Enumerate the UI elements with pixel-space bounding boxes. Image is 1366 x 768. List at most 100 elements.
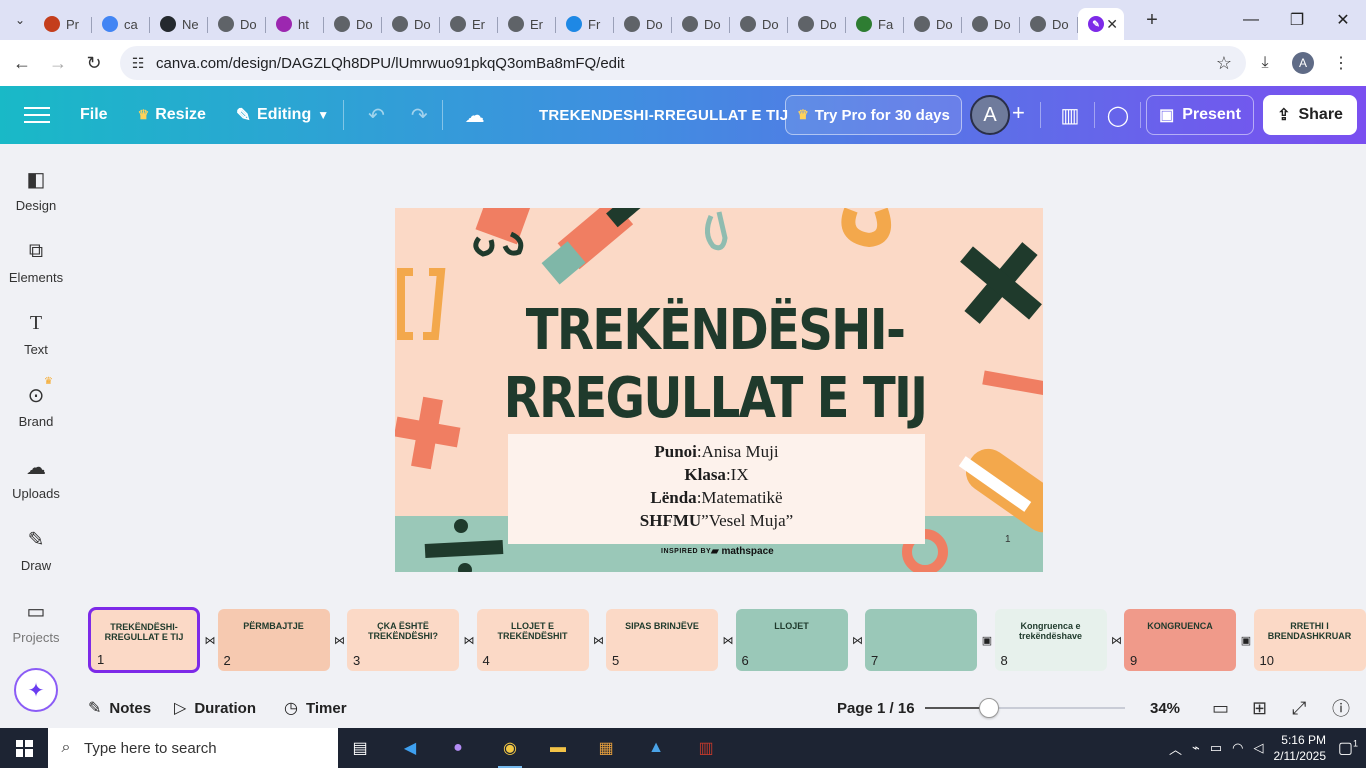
browser-tab[interactable]: Do <box>324 8 382 40</box>
zoom-slider-handle[interactable] <box>979 698 999 718</box>
browser-tab[interactable]: Do <box>788 8 846 40</box>
browser-tab[interactable]: Er <box>440 8 498 40</box>
zoom-level[interactable]: 34% <box>1150 700 1180 717</box>
sidebar-item-draw[interactable]: ✎ Draw <box>0 526 72 574</box>
sidebar-item-design[interactable]: ◧ Design <box>0 166 72 214</box>
slide-title-line2[interactable]: RREGULLAT E TIJ <box>491 366 938 431</box>
browser-tab[interactable]: Do <box>208 8 266 40</box>
browser-tab[interactable]: Pr <box>34 8 92 40</box>
sidebar-item-elements[interactable]: ⧉ Elements <box>0 238 72 286</box>
forward-button[interactable]: → <box>40 45 76 81</box>
minimize-button[interactable]: — <box>1228 0 1274 40</box>
transition-icon[interactable]: ⋈ <box>590 631 608 649</box>
sidebar-item-projects[interactable]: ▭ Projects <box>0 598 72 646</box>
slide-title-line1[interactable]: TREKËNDËSHI- <box>491 298 938 363</box>
transition-icon[interactable]: ⋈ <box>719 631 737 649</box>
site-info-icon[interactable]: ☷ <box>120 55 156 72</box>
sidebar-item-brand[interactable]: ♛ ⊙ Brand <box>0 376 72 429</box>
browser-tab[interactable]: ca <box>92 8 150 40</box>
page-thumbnail[interactable]: LLOJET 6 <box>735 609 848 671</box>
vscode-icon[interactable]: ◀ <box>390 732 430 764</box>
tray-overflow-icon[interactable]: ︿ <box>1169 739 1182 758</box>
add-collaborator-icon[interactable]: + <box>1012 100 1025 126</box>
clock[interactable]: 5:16 PM 2/11/2025 <box>1274 732 1327 764</box>
redo-icon[interactable]: ↷ <box>411 103 428 128</box>
browser-tab[interactable]: Fr <box>556 8 614 40</box>
page-thumbnail[interactable]: RRETHI I BRENDASHKRUAR 10 <box>1253 609 1366 671</box>
transition-icon[interactable]: ▣ <box>1237 631 1255 649</box>
browser-tab[interactable]: Do <box>1020 8 1078 40</box>
browser-tab[interactable]: Do <box>904 8 962 40</box>
new-tab-button[interactable]: + <box>1138 6 1166 34</box>
browser-menu-icon[interactable]: ⋮ <box>1326 48 1356 78</box>
browser-tab[interactable]: ht <box>266 8 324 40</box>
present-button[interactable]: ▣ Present <box>1146 95 1254 135</box>
author-info-box[interactable]: Punoi:Anisa Muji Klasa:IX Lënda:Matemati… <box>508 434 925 544</box>
zoom-slider[interactable] <box>925 698 1125 718</box>
page-thumbnail[interactable]: Kongruenca e trekëndëshave 8 <box>994 609 1107 671</box>
grid-view-icon[interactable]: ⊞ <box>1252 698 1267 719</box>
editing-mode-button[interactable]: ✎ Editing ▼ <box>236 105 329 126</box>
help-icon[interactable]: ⓘ <box>1332 695 1350 721</box>
main-menu-icon[interactable] <box>24 107 50 123</box>
notifications-icon[interactable]: ▢1 <box>1338 738 1358 758</box>
photos-icon[interactable]: ▲ <box>636 732 676 764</box>
page-thumbnail[interactable]: ÇKA ËSHTË TREKËNDËSHI? 3 <box>347 609 459 671</box>
transition-icon[interactable]: ▣ <box>978 631 996 649</box>
page-thumbnail[interactable]: TREKËNDËSHI-RREGULLAT E TIJ 1 <box>88 607 200 673</box>
browser-tab[interactable]: Ne <box>150 8 208 40</box>
file-menu-button[interactable]: File <box>80 106 108 124</box>
profile-button[interactable]: A <box>1288 48 1318 78</box>
page-indicator[interactable]: Page 1 / 16 <box>837 700 915 717</box>
insights-chart-icon[interactable]: ▥ <box>1052 98 1088 132</box>
duration-button[interactable]: ▷ Duration <box>174 698 256 718</box>
page-thumbnail[interactable]: 7 <box>865 609 977 671</box>
tab-canva-active[interactable]: ✎ ✕ <box>1078 8 1124 40</box>
battery-icon[interactable]: ▭ <box>1210 740 1222 756</box>
browser-tab[interactable]: Do <box>962 8 1020 40</box>
transition-icon[interactable]: ⋈ <box>460 631 478 649</box>
tab-search-chevron-icon[interactable]: ⌄ <box>6 6 34 34</box>
url-text[interactable]: canva.com/design/DAGZLQh8DPU/lUmrwuo91pk… <box>156 55 625 72</box>
volume-icon[interactable]: ◁ <box>1254 740 1264 756</box>
magic-assistant-button[interactable]: ✦ <box>14 668 58 712</box>
file-explorer-icon[interactable]: ▬ <box>538 732 578 764</box>
pages-view-icon[interactable]: ▭ <box>1212 698 1229 719</box>
browser-tab[interactable]: Do <box>382 8 440 40</box>
notes-button[interactable]: ✎ Notes <box>88 698 151 718</box>
chrome-icon[interactable]: ◉ <box>490 732 530 768</box>
user-avatar[interactable]: A <box>970 95 1010 135</box>
resize-button[interactable]: ♛ Resize <box>138 106 206 124</box>
browser-tab[interactable]: Er <box>498 8 556 40</box>
browser-tab[interactable]: Do <box>672 8 730 40</box>
network-off-icon[interactable]: ⌁ <box>1192 740 1200 756</box>
try-pro-button[interactable]: ♛ Try Pro for 30 days <box>785 95 962 135</box>
reload-button[interactable]: ↻ <box>76 45 112 81</box>
close-tab-icon[interactable]: ✕ <box>1106 16 1118 33</box>
sidebar-item-text[interactable]: T Text <box>0 310 72 358</box>
wifi-icon[interactable]: ◠ <box>1232 740 1243 756</box>
transition-icon[interactable]: ⋈ <box>331 631 349 649</box>
taskbar-search[interactable]: ⌕ Type here to search <box>48 728 338 768</box>
transition-icon[interactable]: ⋈ <box>849 631 867 649</box>
undo-icon[interactable]: ↶ <box>368 103 385 128</box>
transition-icon[interactable]: ⋈ <box>1108 631 1126 649</box>
sidebar-item-uploads[interactable]: ☁ Uploads <box>0 454 72 502</box>
page-thumbnail[interactable]: SIPAS BRINJËVE 5 <box>606 609 718 671</box>
browser-tab[interactable]: Do <box>614 8 672 40</box>
page-thumbnail[interactable]: KONGRUENCA 9 <box>1124 609 1236 671</box>
github-desktop-icon[interactable]: ● <box>438 732 478 764</box>
fullscreen-icon[interactable]: ⤢ <box>1292 698 1306 719</box>
task-view-icon[interactable]: ▤ <box>340 732 380 764</box>
browser-tab[interactable]: Do <box>730 8 788 40</box>
omnibox[interactable]: ☷ canva.com/design/DAGZLQh8DPU/lUmrwuo91… <box>120 46 1246 80</box>
slide-canvas[interactable]: TREKËNDËSHI- RREGULLAT E TIJ Punoi:Anisa… <box>395 208 1043 572</box>
archive-icon[interactable]: ▥ <box>686 732 726 764</box>
cloud-saved-icon[interactable]: ☁ <box>465 103 485 128</box>
page-thumbnail[interactable]: LLOJET E TREKËNDËSHIT 4 <box>476 609 589 671</box>
browser-tab[interactable]: Fa <box>846 8 904 40</box>
start-button[interactable] <box>0 728 48 768</box>
timer-button[interactable]: ◷ Timer <box>284 698 347 718</box>
close-window-button[interactable]: ✕ <box>1320 0 1366 40</box>
bookmark-star-icon[interactable]: ☆ <box>1216 53 1232 74</box>
